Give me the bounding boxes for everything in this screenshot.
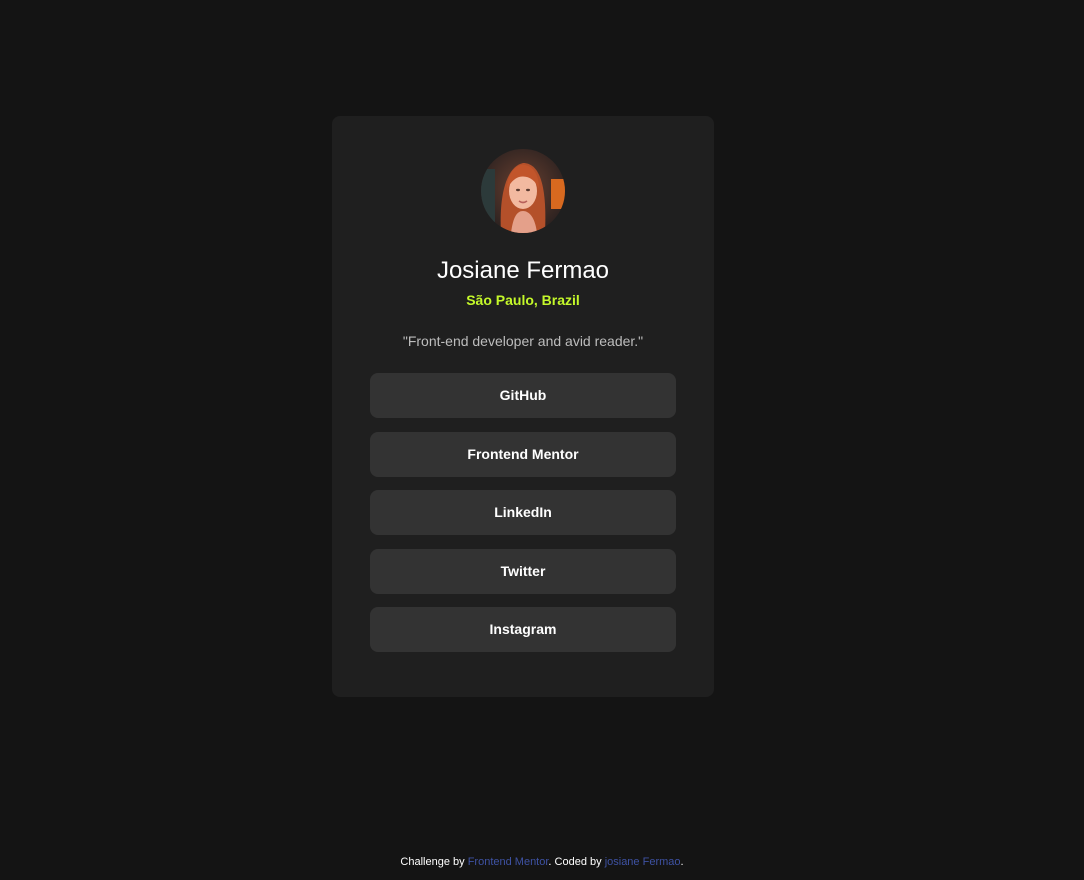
profile-bio: "Front-end developer and avid reader." <box>402 333 644 349</box>
avatar <box>481 149 565 233</box>
footer-middle: . Coded by <box>548 856 605 868</box>
social-links: GitHub Frontend Mentor LinkedIn Twitter … <box>370 373 676 666</box>
frontend-mentor-link-button[interactable]: Frontend Mentor <box>370 431 676 477</box>
footer-prefix: Challenge by <box>400 856 468 868</box>
profile-location: São Paulo, Brazil <box>466 292 580 308</box>
author-footer-link[interactable]: josiane Fermao <box>605 856 681 868</box>
profile-name: Josiane Fermao <box>436 257 610 284</box>
attribution-footer: Challenge by Frontend Mentor. Coded by j… <box>0 854 1084 870</box>
linkedin-link-button[interactable]: LinkedIn <box>370 490 676 535</box>
page: Josiane Fermao São Paulo, Brazil "Front-… <box>0 0 1084 880</box>
frontend-mentor-footer-link[interactable]: Frontend Mentor <box>468 856 549 868</box>
instagram-link-button[interactable]: Instagram <box>370 607 676 652</box>
profile-card: Josiane Fermao São Paulo, Brazil "Front-… <box>332 116 714 697</box>
github-link-button[interactable]: GitHub <box>370 373 676 418</box>
twitter-link-button[interactable]: Twitter <box>370 548 676 594</box>
footer-suffix: . <box>680 856 684 868</box>
